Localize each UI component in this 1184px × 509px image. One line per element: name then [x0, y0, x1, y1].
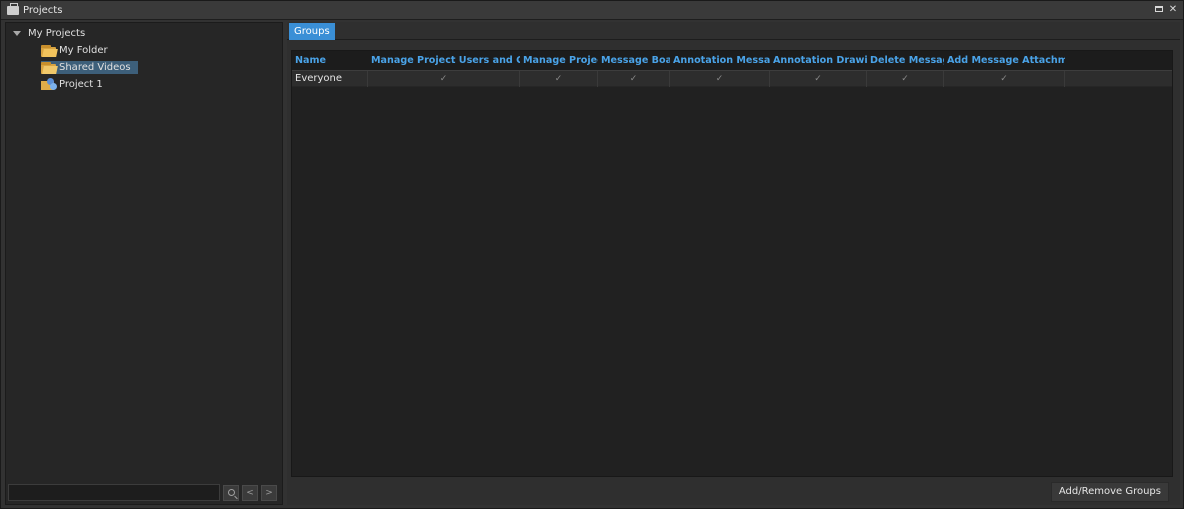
permission-checkbox[interactable]: ✓ — [944, 71, 1065, 87]
group-name-cell: Everyone — [292, 71, 368, 87]
column-header-delete-messages[interactable]: Delete Messages — [867, 51, 944, 70]
window-title: Projects — [23, 4, 63, 16]
permissions-table: Name Manage Project Users and Groups Man… — [292, 51, 1172, 87]
search-prev-button[interactable]: < — [242, 484, 258, 501]
tree-node-label: My Projects — [28, 28, 86, 39]
permission-checkbox[interactable]: ✓ — [867, 71, 944, 87]
search-bar: < > — [8, 483, 280, 502]
selection-highlight: Shared Videos — [41, 61, 138, 74]
column-header-name[interactable]: Name — [292, 51, 368, 70]
table-row[interactable]: Everyone ✓ ✓ ✓ ✓ ✓ ✓ ✓ — [292, 71, 1172, 87]
search-next-button[interactable]: > — [261, 484, 277, 501]
column-header-manage-projects[interactable]: Manage Projects — [520, 51, 598, 70]
tab-strip: Groups — [287, 22, 1180, 40]
project-tree-panel: My Projects My Folder Shared Videos Proj… — [5, 22, 283, 505]
add-remove-groups-button[interactable]: Add/Remove Groups — [1050, 482, 1169, 502]
permission-checkbox[interactable]: ✓ — [368, 71, 520, 87]
permission-checkbox[interactable]: ✓ — [520, 71, 598, 87]
tab-groups[interactable]: Groups — [289, 23, 335, 40]
column-header-filler — [1065, 51, 1172, 70]
restore-button[interactable] — [1153, 4, 1165, 16]
window-controls: ✕ — [1153, 4, 1179, 16]
column-header-manage-project-users[interactable]: Manage Project Users and Groups — [368, 51, 520, 70]
search-button[interactable] — [223, 484, 239, 501]
projects-window: Projects ✕ My Projects My Folder Shared … — [0, 0, 1184, 509]
project-icon — [41, 78, 57, 91]
row-filler — [1065, 71, 1172, 87]
permissions-table-area: Name Manage Project Users and Groups Man… — [291, 50, 1173, 477]
column-header-annotation-drawings[interactable]: Annotation Drawings — [770, 51, 867, 70]
search-icon — [227, 488, 235, 496]
search-input[interactable] — [8, 484, 220, 501]
permission-checkbox[interactable]: ✓ — [598, 71, 670, 87]
tree-node-label: My Folder — [59, 45, 108, 56]
restore-icon — [1155, 6, 1163, 12]
tree-node-label: Project 1 — [59, 79, 103, 90]
title-bar[interactable]: Projects ✕ — [1, 1, 1183, 20]
groups-panel: Groups Name Manage Project Users and Gro… — [287, 22, 1180, 505]
tree-node-shared-videos[interactable]: Shared Videos — [6, 59, 282, 76]
expand-arrow-icon[interactable] — [13, 31, 21, 36]
table-header-row: Name Manage Project Users and Groups Man… — [292, 51, 1172, 71]
briefcase-icon — [7, 2, 19, 15]
permission-checkbox[interactable]: ✓ — [670, 71, 770, 87]
column-header-message-board[interactable]: Message Board — [598, 51, 670, 70]
tree-node-label: Shared Videos — [59, 62, 131, 73]
tree-node-my-projects[interactable]: My Projects — [6, 25, 282, 42]
project-tree: My Projects My Folder Shared Videos Proj… — [6, 25, 282, 93]
tree-node-my-folder[interactable]: My Folder — [6, 42, 282, 59]
column-header-annotation-messages[interactable]: Annotation Messages — [670, 51, 770, 70]
column-header-add-message-attachments[interactable]: Add Message Attachments — [944, 51, 1065, 70]
close-button[interactable]: ✕ — [1167, 4, 1179, 16]
tree-node-project-1[interactable]: Project 1 — [6, 76, 282, 93]
folder-icon — [41, 44, 58, 57]
permission-checkbox[interactable]: ✓ — [770, 71, 867, 87]
shared-folder-icon — [41, 61, 58, 74]
